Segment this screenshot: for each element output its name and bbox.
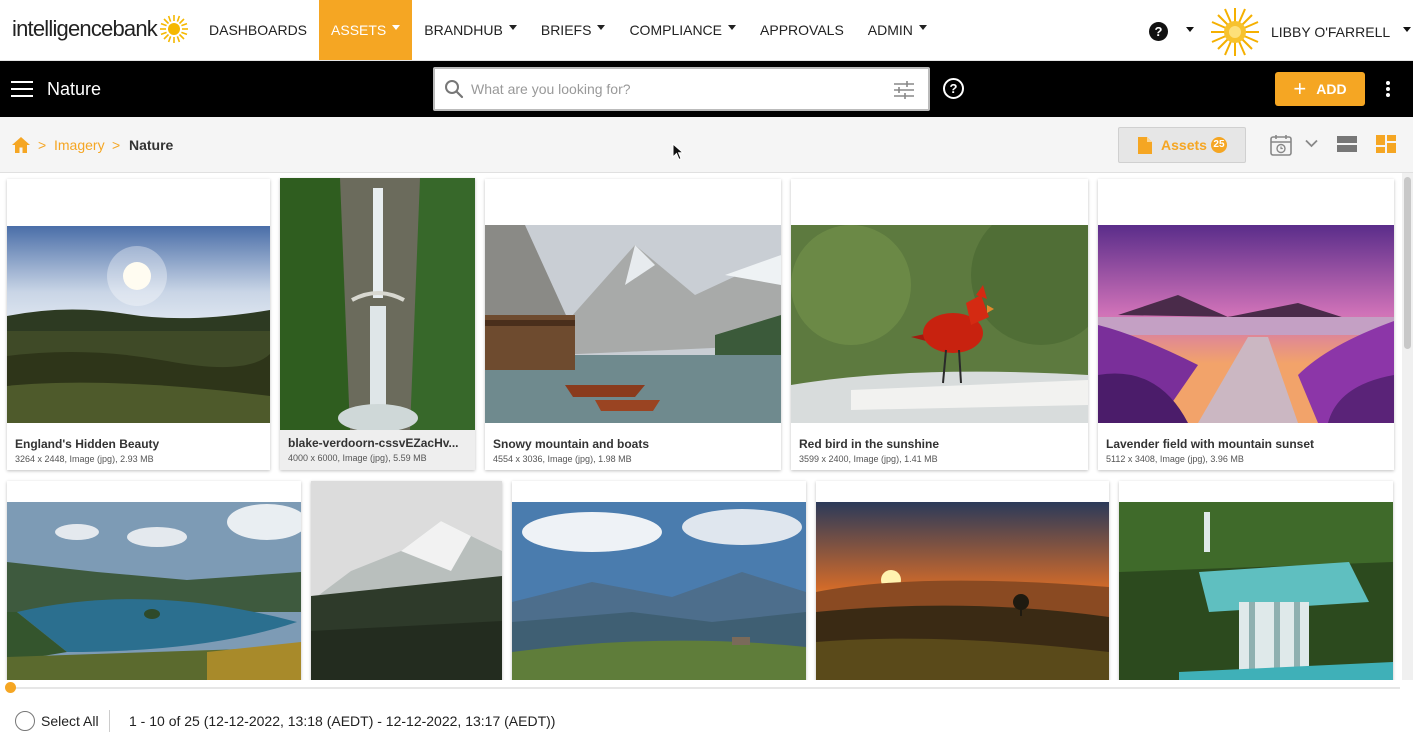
main-menu: DASHBOARDS ASSETS BRANDHUB BRIEFS COMPLI…: [197, 0, 939, 60]
add-button-label: ADD: [1316, 81, 1347, 97]
asset-thumbnail[interactable]: [7, 226, 270, 423]
asset-thumbnail[interactable]: [512, 502, 806, 680]
asset-grid: England's Hidden Beauty 3264 x 2448, Ima…: [0, 173, 1400, 680]
search-box: [433, 67, 930, 111]
sun-logo-icon: [159, 15, 188, 43]
question-circle-icon[interactable]: ?: [1149, 22, 1168, 41]
breadcrumb-separator: >: [112, 137, 121, 153]
nav-item-approvals[interactable]: APPROVALS: [748, 0, 856, 60]
asset-meta: 4000 x 6000, Image (jpg), 5.59 MB: [288, 453, 427, 463]
search-input[interactable]: [471, 77, 881, 101]
nav-item-briefs[interactable]: BRIEFS: [529, 0, 618, 60]
home-icon[interactable]: [11, 136, 31, 154]
brand-logo[interactable]: intelligencebank: [12, 14, 189, 44]
nav-item-brandhub[interactable]: BRANDHUB: [412, 0, 529, 60]
asset-title[interactable]: England's Hidden Beauty: [15, 437, 263, 451]
vertical-scrollbar[interactable]: [1402, 173, 1413, 680]
asset-thumbnail[interactable]: [485, 225, 781, 423]
mouse-cursor-icon: [672, 143, 684, 161]
asset-thumbnail[interactable]: [1119, 502, 1393, 680]
asset-thumbnail[interactable]: [311, 481, 502, 680]
help-caret-down-icon[interactable]: [1186, 27, 1194, 32]
asset-meta: 4554 x 3036, Image (jpg), 1.98 MB: [493, 454, 632, 464]
select-all-label[interactable]: Select All: [41, 713, 99, 729]
breadcrumb-item-imagery[interactable]: Imagery: [54, 137, 105, 153]
list-view-icon[interactable]: [1337, 135, 1357, 153]
asset-thumbnail[interactable]: [7, 502, 301, 680]
caret-down-icon: [728, 24, 737, 30]
nav-label: BRANDHUB: [424, 22, 503, 38]
asset-card[interactable]: Red bird in the sunshine 3599 x 2400, Im…: [791, 179, 1088, 470]
select-all-checkbox[interactable]: [15, 711, 35, 731]
nav-item-compliance[interactable]: COMPLIANCE: [617, 0, 748, 60]
chevron-down-icon[interactable]: [1305, 139, 1318, 148]
asset-card[interactable]: Lavender field with mountain sunset 5112…: [1098, 179, 1394, 470]
nav-label: COMPLIANCE: [629, 22, 723, 38]
footer-divider: [109, 710, 110, 732]
user-caret-down-icon[interactable]: [1403, 27, 1411, 32]
document-icon: [1138, 136, 1153, 154]
asset-card[interactable]: blake-verdoorn-cssvEZacHv... 4000 x 6000…: [280, 178, 475, 470]
asset-card[interactable]: [816, 481, 1109, 680]
loading-progress-track: [10, 687, 1400, 689]
results-footer: Select All 1 - 10 of 25 (12-12-2022, 13:…: [0, 696, 1413, 751]
user-avatar[interactable]: [1210, 7, 1260, 57]
nav-label: ADMIN: [867, 22, 913, 38]
asset-meta: 3264 x 2448, Image (jpg), 2.93 MB: [15, 454, 154, 464]
user-name[interactable]: LIBBY O'FARRELL: [1271, 24, 1390, 40]
asset-card[interactable]: [512, 481, 806, 680]
section-toolbar: Nature ? + ADD: [0, 61, 1413, 117]
asset-title[interactable]: Lavender field with mountain sunset: [1106, 437, 1386, 451]
asset-title[interactable]: Red bird in the sunshine: [799, 437, 1079, 451]
asset-title[interactable]: blake-verdoorn-cssvEZacHv...: [288, 436, 468, 450]
filter-sliders-icon[interactable]: [893, 80, 915, 100]
asset-card[interactable]: Snowy mountain and boats 4554 x 3036, Im…: [485, 179, 781, 470]
asset-thumbnail[interactable]: [791, 225, 1088, 423]
search-icon: [445, 80, 464, 99]
breadcrumb-item-nature: Nature: [129, 137, 174, 153]
caret-down-icon: [392, 24, 401, 30]
asset-card[interactable]: [311, 481, 502, 680]
nav-item-dashboards[interactable]: DASHBOARDS: [197, 0, 319, 60]
assets-button-label: Assets: [1161, 137, 1207, 153]
nav-label: APPROVALS: [760, 22, 844, 38]
breadcrumb-separator: >: [38, 137, 47, 153]
asset-meta: 5112 x 3408, Image (jpg), 3.96 MB: [1106, 454, 1244, 464]
more-options-icon[interactable]: [1385, 81, 1391, 97]
assets-count-badge: 25: [1210, 137, 1227, 153]
asset-thumbnail[interactable]: [1098, 225, 1394, 423]
top-navigation: intelligencebank DASHBOARDS ASSETS BRAND…: [0, 0, 1413, 61]
nav-label: BRIEFS: [540, 22, 592, 38]
assets-count-button[interactable]: Assets 25: [1118, 127, 1246, 163]
section-title: Nature: [47, 79, 102, 99]
nav-label: DASHBOARDS: [209, 22, 308, 38]
scrollbar-thumb[interactable]: [1404, 177, 1411, 349]
hamburger-menu-icon[interactable]: [11, 81, 33, 97]
asset-card[interactable]: England's Hidden Beauty 3264 x 2448, Ima…: [7, 179, 270, 470]
results-range: 1 - 10 of 25 (12-12-2022, 13:18 (AEDT) -…: [129, 713, 556, 729]
search-help-icon[interactable]: ?: [943, 78, 964, 99]
brand-logo-text: intelligencebank: [12, 16, 158, 41]
plus-icon: +: [1293, 76, 1307, 101]
grid-view-icon[interactable]: [1376, 135, 1396, 153]
caret-down-icon: [508, 24, 517, 30]
add-button[interactable]: + ADD: [1275, 72, 1365, 106]
asset-thumbnail[interactable]: [280, 178, 475, 430]
nav-item-assets[interactable]: ASSETS: [319, 0, 413, 60]
loading-progress-indicator: [5, 682, 16, 693]
nav-label: ASSETS: [331, 22, 387, 38]
asset-meta: 3599 x 2400, Image (jpg), 1.41 MB: [799, 454, 938, 464]
caret-down-icon: [597, 24, 606, 30]
asset-title[interactable]: Snowy mountain and boats: [493, 437, 773, 451]
breadcrumb-bar: > Imagery > Nature Assets 25: [0, 117, 1413, 173]
asset-card[interactable]: [1119, 481, 1393, 680]
calendar-clock-icon[interactable]: [1270, 134, 1292, 156]
asset-thumbnail[interactable]: [816, 502, 1109, 680]
asset-card[interactable]: [7, 481, 301, 680]
nav-item-admin[interactable]: ADMIN: [856, 0, 939, 60]
caret-down-icon: [918, 24, 927, 30]
